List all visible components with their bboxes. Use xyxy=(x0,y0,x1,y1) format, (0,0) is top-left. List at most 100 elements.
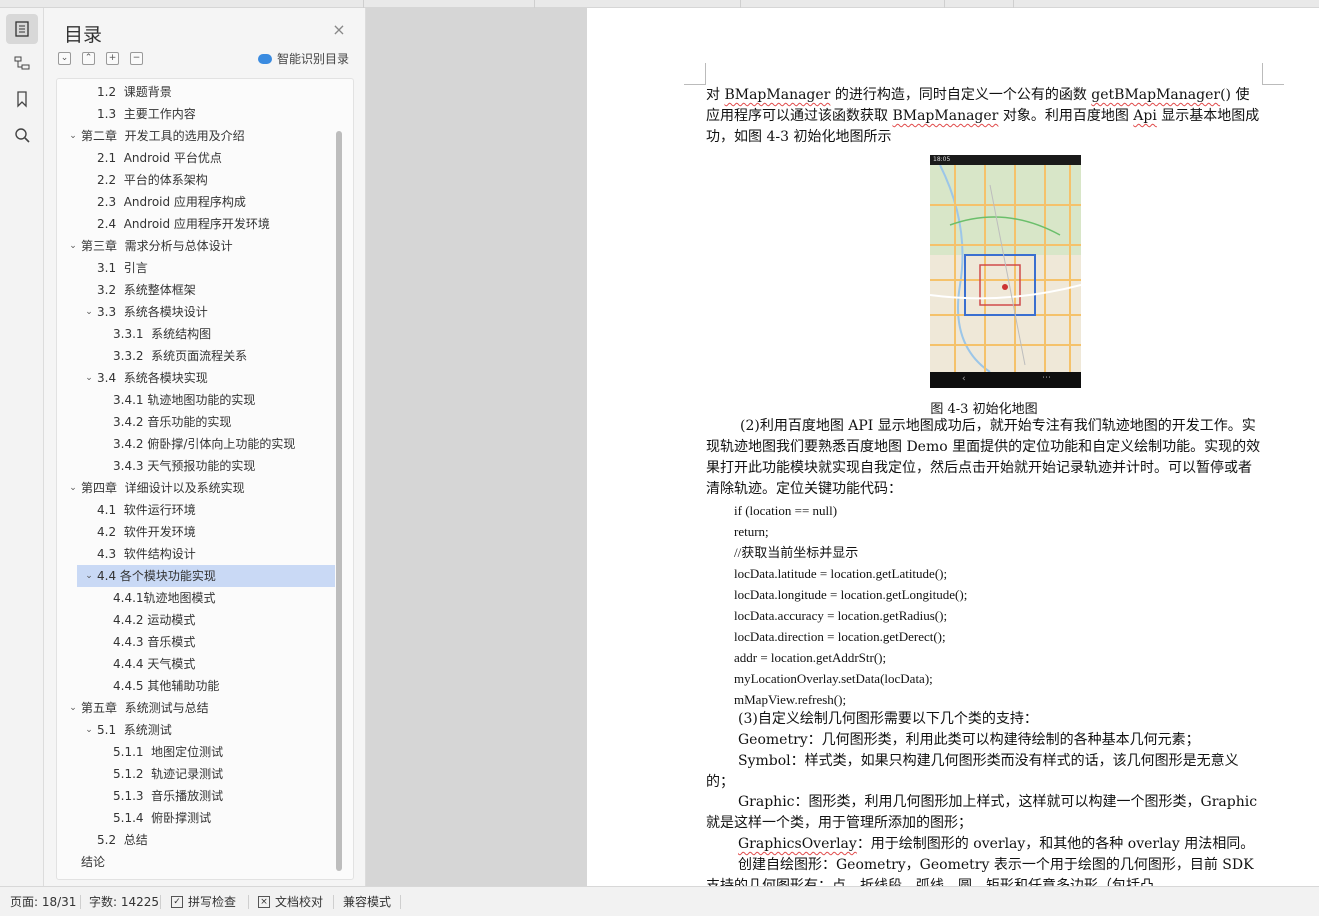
document-list-icon xyxy=(15,21,29,37)
figure-caption: 图 4-3 初始化地图 xyxy=(930,402,1038,417)
status-divider xyxy=(400,895,401,909)
toc-item[interactable]: ⌄ 4.4 各个模块功能实现 xyxy=(77,565,335,587)
check-icon: ✓ xyxy=(171,896,183,908)
code-line: return; xyxy=(734,524,769,539)
toc-item[interactable]: ⌄ 5.1 系统测试 xyxy=(57,719,335,741)
toc-item[interactable]: ⌄ 第三章 需求分析与总体设计 xyxy=(57,235,335,257)
page-corner-mark xyxy=(684,63,706,85)
toc-item-label: 4.1 软件运行环境 xyxy=(97,503,196,517)
proofread-icon: × xyxy=(258,896,270,908)
remove-entry-button[interactable]: − xyxy=(130,52,143,65)
toc-item-label: 2.1 Android 平台优点 xyxy=(97,151,222,165)
toc-item[interactable]: 2.3 Android 应用程序构成 xyxy=(57,191,335,213)
toc-item-label: 5.1 系统测试 xyxy=(97,723,172,737)
chevron-down-icon[interactable]: ⌄ xyxy=(83,367,95,389)
toc-item[interactable]: 3.4.1 轨迹地图功能的实现 xyxy=(57,389,335,411)
toc-item[interactable]: 5.2 总结 xyxy=(57,829,335,851)
page-count[interactable]: 页面: 18/31 xyxy=(10,887,76,916)
search-panel-button[interactable] xyxy=(6,120,38,150)
canvas-margin xyxy=(366,8,587,886)
toc-item[interactable]: 4.4.4 天气模式 xyxy=(57,653,335,675)
toc-item[interactable]: 2.1 Android 平台优点 xyxy=(57,147,335,169)
chevron-down-icon[interactable]: ⌄ xyxy=(67,125,79,147)
toc-item[interactable]: 4.4.2 运动模式 xyxy=(57,609,335,631)
toc-item-label: 4.3 软件结构设计 xyxy=(97,547,196,561)
toc-item[interactable]: ⌄ 3.4 系统各模块实现 xyxy=(57,367,335,389)
code-line: locData.direction = location.getDerect()… xyxy=(734,629,946,644)
toc-item-label: 5.1.3 音乐播放测试 xyxy=(113,789,224,803)
toc-item[interactable]: 1.2 课题背景 xyxy=(57,81,335,103)
paragraph-2: (2)利用百度地图 API 显示地图成功后，就开始专注有我们轨迹地图的开发工作。… xyxy=(706,418,1261,497)
toc-item-label: 2.4 Android 应用程序开发环境 xyxy=(97,217,270,231)
toc-item[interactable]: 3.3.1 系统结构图 xyxy=(57,323,335,345)
toc-item[interactable]: ⌄ 第五章 系统测试与总结 xyxy=(57,697,335,719)
toc-item[interactable]: 3.2 系统整体框架 xyxy=(57,279,335,301)
chevron-down-icon[interactable]: ⌄ xyxy=(67,235,79,257)
chevron-down-icon[interactable]: ⌄ xyxy=(67,477,79,499)
code-line: locData.accuracy = location.getRadius(); xyxy=(734,608,948,623)
toc-item[interactable]: 4.4.3 音乐模式 xyxy=(57,631,335,653)
paragraph-1: 对 BMapManager 的进行构造，同时自定义一个公有的函数 getBMap… xyxy=(706,87,1260,145)
add-entry-button[interactable]: + xyxy=(106,52,119,65)
toc-item[interactable]: 4.1 软件运行环境 xyxy=(57,499,335,521)
toc-item[interactable]: 2.2 平台的体系架构 xyxy=(57,169,335,191)
chevron-down-icon[interactable]: ⌄ xyxy=(83,565,95,587)
toc-item[interactable]: 3.3.2 系统页面流程关系 xyxy=(57,345,335,367)
status-divider xyxy=(248,895,249,909)
toc-item-label: 3.2 系统整体框架 xyxy=(97,283,196,297)
strip-divider xyxy=(363,0,364,8)
expand-all-button[interactable]: ⌄ xyxy=(58,52,71,65)
toc-item-label: 4.4.2 运动模式 xyxy=(113,613,196,627)
smart-toc-button[interactable]: 智能识别目录 xyxy=(258,50,349,67)
phone-status-bar: 18:05 xyxy=(930,155,1081,165)
toc-item[interactable]: 4.3 软件结构设计 xyxy=(57,543,335,565)
toc-item[interactable]: 结论 xyxy=(57,851,335,873)
toc-item-label: 3.3 系统各模块设计 xyxy=(97,305,208,319)
toc-item[interactable]: 1.3 主要工作内容 xyxy=(57,103,335,125)
code-line: myLocationOverlay.setData(locData); xyxy=(734,671,933,686)
toc-item[interactable]: 5.1.2 轨迹记录测试 xyxy=(57,763,335,785)
toc-item[interactable]: 5.1.4 俯卧撑测试 xyxy=(57,807,335,829)
toc-item[interactable]: 5.1.1 地图定位测试 xyxy=(57,741,335,763)
collapse-all-button[interactable]: ⌃ xyxy=(82,52,95,65)
toc-item[interactable]: 4.2 软件开发环境 xyxy=(57,521,335,543)
close-icon[interactable]: × xyxy=(331,22,347,38)
toc-item[interactable]: 2.4 Android 应用程序开发环境 xyxy=(57,213,335,235)
toc-item[interactable]: 3.4.2 音乐功能的实现 xyxy=(57,411,335,433)
toc-item[interactable]: ⌄ 3.3 系统各模块设计 xyxy=(57,301,335,323)
toc-item[interactable]: 4.4.5 其他辅助功能 xyxy=(57,675,335,697)
top-strip xyxy=(0,0,1319,8)
code-line: addr = location.getAddrStr(); xyxy=(734,650,887,665)
toc-item[interactable]: 3.4.2 俯卧撑/引体向上功能的实现 xyxy=(57,433,335,455)
chevron-down-icon[interactable]: ⌄ xyxy=(83,719,95,741)
toc-panel-button[interactable] xyxy=(6,14,38,44)
code-line: locData.latitude = location.getLatitude(… xyxy=(734,566,948,581)
toc-item-label: 5.1.1 地图定位测试 xyxy=(113,745,224,759)
status-divider xyxy=(333,895,334,909)
paragraph-4: Geometry：几何图形类，利用此类可以构建待绘制的各种基本几何元素； xyxy=(738,732,1200,748)
toc-item-label: 3.4.2 俯卧撑/引体向上功能的实现 xyxy=(113,437,296,451)
spell-check-button[interactable]: ✓ 拼写检查 xyxy=(171,887,236,916)
toc-item-label: 3.3.2 系统页面流程关系 xyxy=(113,349,248,363)
chevron-down-icon[interactable]: ⌄ xyxy=(67,697,79,719)
toc-item[interactable]: ⌄ 第二章 开发工具的选用及介绍 xyxy=(57,125,335,147)
map-screenshot-figure: 18:05 ‹ ⋯ xyxy=(930,155,1081,388)
proofread-button[interactable]: × 文档校对 xyxy=(258,887,323,916)
outline-panel-button[interactable] xyxy=(6,48,38,78)
word-count[interactable]: 字数: 14225 xyxy=(89,887,159,916)
toc-item[interactable]: 4.4.1轨迹地图模式 xyxy=(57,587,335,609)
toc-scrollbar[interactable] xyxy=(336,131,342,871)
bookmark-panel-button[interactable] xyxy=(6,84,38,114)
toc-item[interactable]: 3.4.3 天气预报功能的实现 xyxy=(57,455,335,477)
toc-item-label: 3.4.1 轨迹地图功能的实现 xyxy=(113,393,256,407)
chevron-down-icon[interactable]: ⌄ xyxy=(83,301,95,323)
page-corner-mark xyxy=(1262,63,1284,85)
toc-item[interactable]: ⌄ 第四章 详细设计以及系统实现 xyxy=(57,477,335,499)
toc-item-label: 4.4.5 其他辅助功能 xyxy=(113,679,220,693)
toc-item[interactable]: 5.1.3 音乐播放测试 xyxy=(57,785,335,807)
toc-item[interactable]: 3.1 引言 xyxy=(57,257,335,279)
status-divider xyxy=(80,895,81,909)
toc-title: 目录 xyxy=(64,24,103,46)
document-page[interactable]: 对 BMapManager 的进行构造，同时自定义一个公有的函数 getBMap… xyxy=(587,8,1319,886)
bookmark-icon xyxy=(17,91,27,108)
